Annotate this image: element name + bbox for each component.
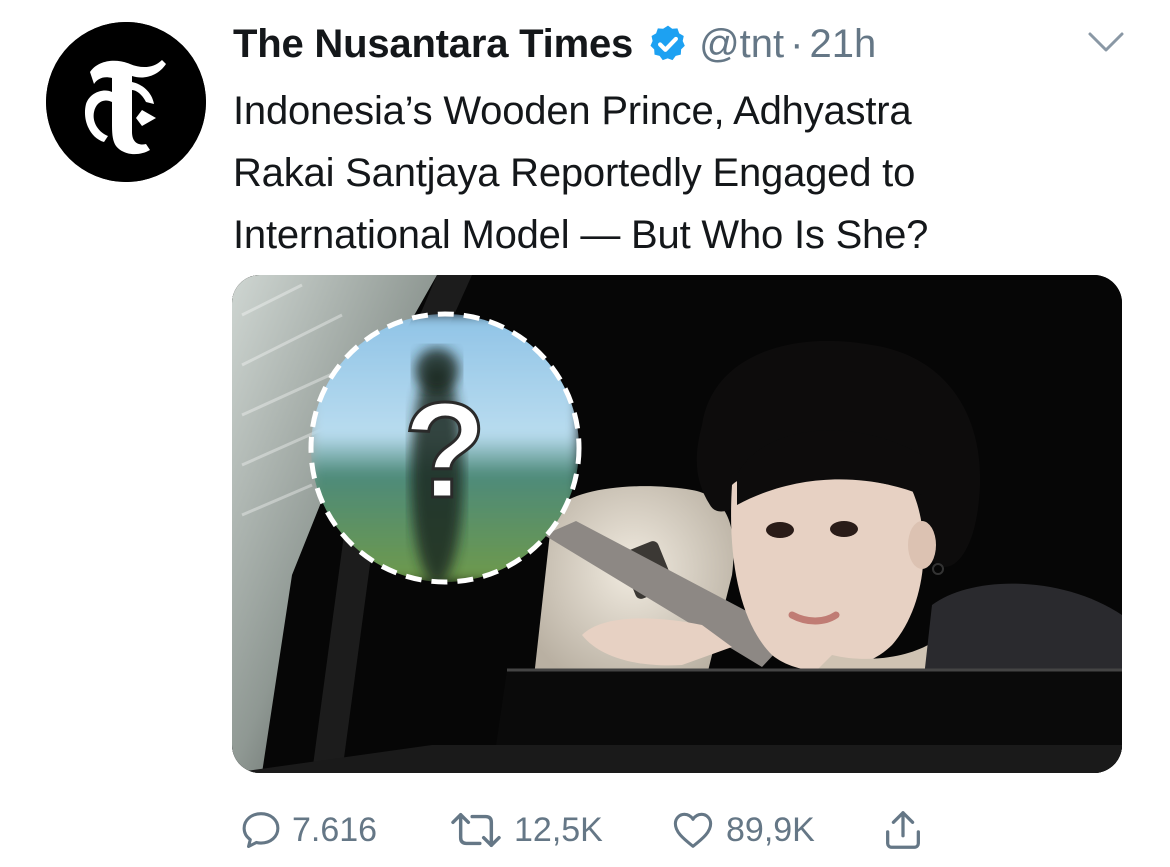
chevron-down-icon[interactable] (1084, 26, 1128, 58)
car-window-photo: ? (232, 275, 1122, 773)
like-count: 89,9K (726, 810, 815, 849)
author-name[interactable]: The Nusantara Times (233, 22, 633, 67)
retweet-icon (451, 812, 501, 848)
retweet-count: 12,5K (514, 810, 603, 849)
tweet-text: Indonesia’s Wooden Prince, Adhyastra Rak… (233, 80, 1113, 266)
tweet-text-line: International Model — But Who Is She? (233, 213, 929, 257)
tweet-actions-bar: 7.616 12,5K 89,9K (0, 800, 1170, 860)
like-button[interactable]: 89,9K (668, 800, 815, 860)
tweet-header: The Nusantara Times @tnt · 21h (233, 18, 876, 70)
share-icon (886, 811, 920, 849)
reply-icon (242, 812, 280, 849)
avatar[interactable] (46, 22, 206, 182)
timestamp[interactable]: 21h (809, 22, 876, 67)
tweet-text-line: Rakai Santjaya Reportedly Engaged to (233, 151, 916, 195)
heart-icon (673, 812, 713, 848)
reply-button[interactable]: 7.616 (238, 800, 377, 860)
reply-count: 7.616 (292, 810, 378, 849)
mystery-question-mark: ? (403, 374, 486, 526)
author-handle[interactable]: @tnt (699, 22, 784, 67)
tweet-text-line: Indonesia’s Wooden Prince, Adhyastra (233, 89, 912, 133)
share-button[interactable] (880, 800, 926, 860)
tweet-media-photo[interactable]: ? (232, 275, 1122, 773)
retweet-button[interactable]: 12,5K (446, 800, 603, 860)
verified-badge-icon (650, 25, 685, 61)
separator-dot: · (790, 21, 804, 66)
blackletter-t-logo-icon (46, 22, 206, 182)
